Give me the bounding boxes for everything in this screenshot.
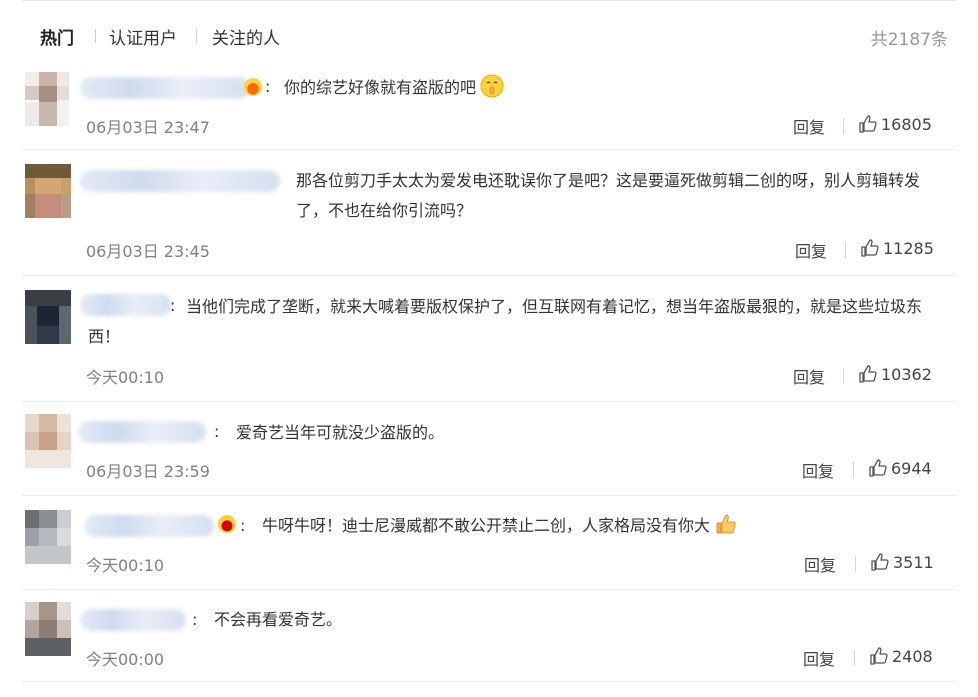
like-button[interactable]: 2408 [869, 646, 933, 666]
like-button[interactable]: 10362 [858, 364, 932, 384]
total-comment-count: 共2187条 [870, 30, 948, 50]
tab-divider [95, 29, 96, 43]
comment-item: : 牛呀牛呀！迪士尼漫威都不敢公开禁止二创，人家格局没有你大 今天00:10 回… [22, 496, 956, 590]
comment-time: 06月03日 23:45 [86, 242, 210, 261]
tab-following[interactable]: 关注的人 [212, 24, 280, 49]
comment-item: : 不会再看爱奇艺。 今天00:00 回复 2408 [22, 590, 956, 682]
reply-button[interactable]: 回复 [804, 552, 836, 576]
comment-text: 爱奇艺当年可就没少盗版的。 [236, 423, 445, 442]
reply-button[interactable]: 回复 [803, 646, 835, 670]
username-blurred[interactable] [80, 170, 280, 192]
thumbs-up-icon [869, 459, 887, 477]
top-divider [22, 0, 956, 1]
comment-filter-bar: 热门 认证用户 关注的人 共2187条 [22, 14, 956, 56]
shushing-face-icon [480, 74, 504, 98]
username-blurred[interactable] [80, 609, 186, 631]
like-button[interactable]: 11285 [860, 238, 934, 258]
comment-text: 当他们完成了垄断，就来大喊着要版权保护了，但互联网有着记忆，想当年盗版最狠的，就… [88, 297, 923, 346]
username-blurred[interactable] [80, 77, 250, 99]
reply-button[interactable]: 回复 [802, 458, 834, 482]
avatar[interactable] [25, 510, 71, 564]
thumbs-up-icon [871, 553, 889, 571]
comment-text: 你的综艺好像就有盗版的吧 [284, 73, 924, 103]
comment-text: 那各位剪刀手太太为爱发电还耽误你了是吧？这是要逼死做剪辑二创的呀，别人剪辑转发了… [296, 171, 921, 220]
comment-text-body: 牛呀牛呀！迪士尼漫威都不敢公开禁止二创，人家格局没有你大 [262, 516, 711, 535]
comment-text: 不会再看爱奇艺。 [214, 610, 343, 629]
tab-hot[interactable]: 热门 [40, 24, 74, 49]
thumbs-up-icon [859, 365, 877, 383]
reply-button[interactable]: 回复 [793, 364, 825, 388]
like-count: 16805 [881, 115, 932, 134]
avatar[interactable] [25, 164, 71, 218]
avatar[interactable] [25, 414, 71, 468]
comment-item: : 爱奇艺当年可就没少盗版的。 06月03日 23:59 回复 6944 [22, 402, 956, 496]
like-count: 6944 [891, 459, 932, 478]
thumbs-up-icon [859, 115, 877, 133]
tab-divider [196, 29, 197, 43]
thumbs-up-icon [861, 239, 879, 257]
username-blurred[interactable] [84, 515, 214, 537]
tab-verified-users[interactable]: 认证用户 [109, 24, 177, 49]
username-blurred[interactable] [78, 421, 206, 443]
comment-time: 今天00:10 [86, 368, 165, 387]
like-count: 11285 [883, 239, 934, 258]
fire-badge-icon [244, 78, 262, 96]
avatar[interactable] [25, 72, 71, 126]
like-button[interactable]: 6944 [868, 458, 932, 478]
comment-time: 今天00:10 [86, 556, 165, 575]
reply-button[interactable]: 回复 [795, 238, 827, 262]
comment-item: : 当他们完成了垄断，就来大喊着要版权保护了，但互联网有着记忆，想当年盗版最狠的… [22, 276, 956, 402]
like-button[interactable]: 16805 [858, 114, 932, 134]
comment-item: 那各位剪刀手太太为爱发电还耽误你了是吧？这是要逼死做剪辑二创的呀，别人剪辑转发了… [22, 150, 956, 276]
thumbs-up-icon [870, 647, 888, 665]
crown-badge-icon [218, 515, 236, 533]
comment-text-body: 你的综艺好像就有盗版的吧 [284, 78, 477, 97]
like-button[interactable]: 3511 [870, 552, 934, 572]
reply-button[interactable]: 回复 [793, 114, 825, 138]
avatar[interactable] [25, 602, 71, 656]
like-count: 2408 [892, 647, 933, 666]
avatar[interactable] [25, 290, 71, 344]
comment-text: 牛呀牛呀！迪士尼漫威都不敢公开禁止二创，人家格局没有你大 [262, 511, 902, 541]
thumbs-up-emoji-icon [716, 514, 736, 534]
comment-time: 06月03日 23:59 [86, 462, 210, 481]
comment-time: 06月03日 23:47 [86, 118, 210, 137]
comment-time: 今天00:00 [86, 650, 165, 669]
comment-item: : 你的综艺好像就有盗版的吧 06月03日 23:47 回复 16805 [22, 70, 956, 150]
like-count: 10362 [881, 365, 932, 384]
like-count: 3511 [893, 553, 934, 572]
